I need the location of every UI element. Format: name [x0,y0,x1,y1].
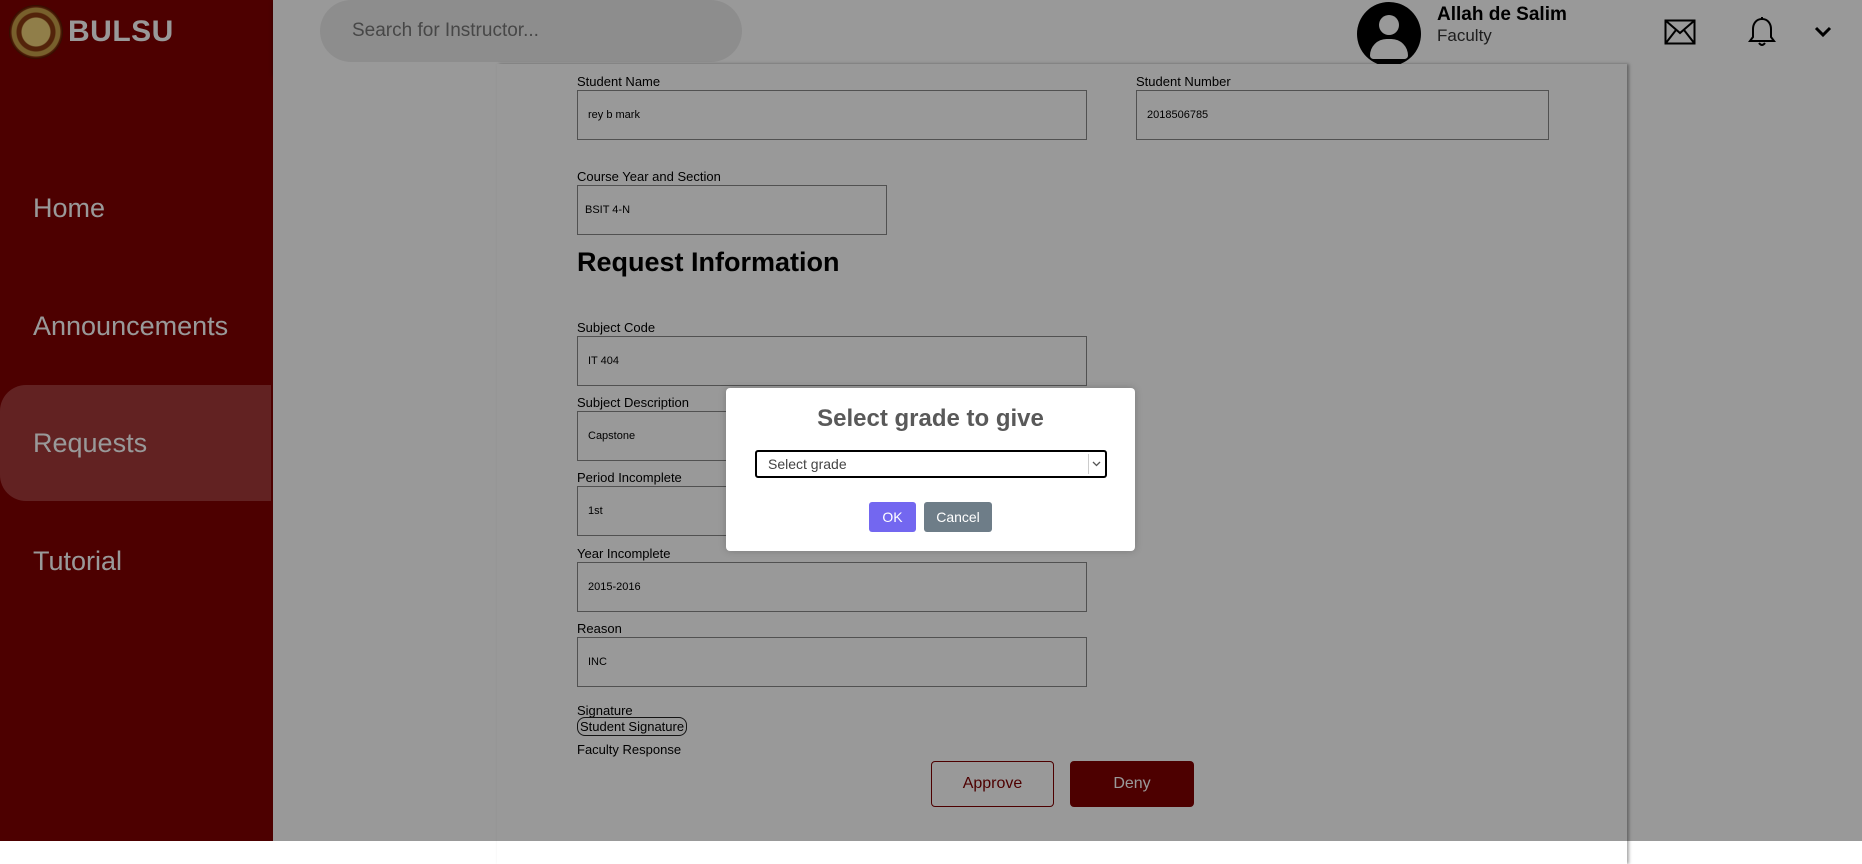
grade-select-value: Select grade [768,456,847,472]
grade-select[interactable]: Select grade [755,450,1107,478]
chevron-down-icon [1088,454,1103,474]
modal-title: Select grade to give [817,405,1044,432]
ok-button[interactable]: OK [869,502,916,532]
cancel-button[interactable]: Cancel [924,502,992,532]
grade-modal: Select grade to give Select grade OK Can… [726,388,1135,551]
